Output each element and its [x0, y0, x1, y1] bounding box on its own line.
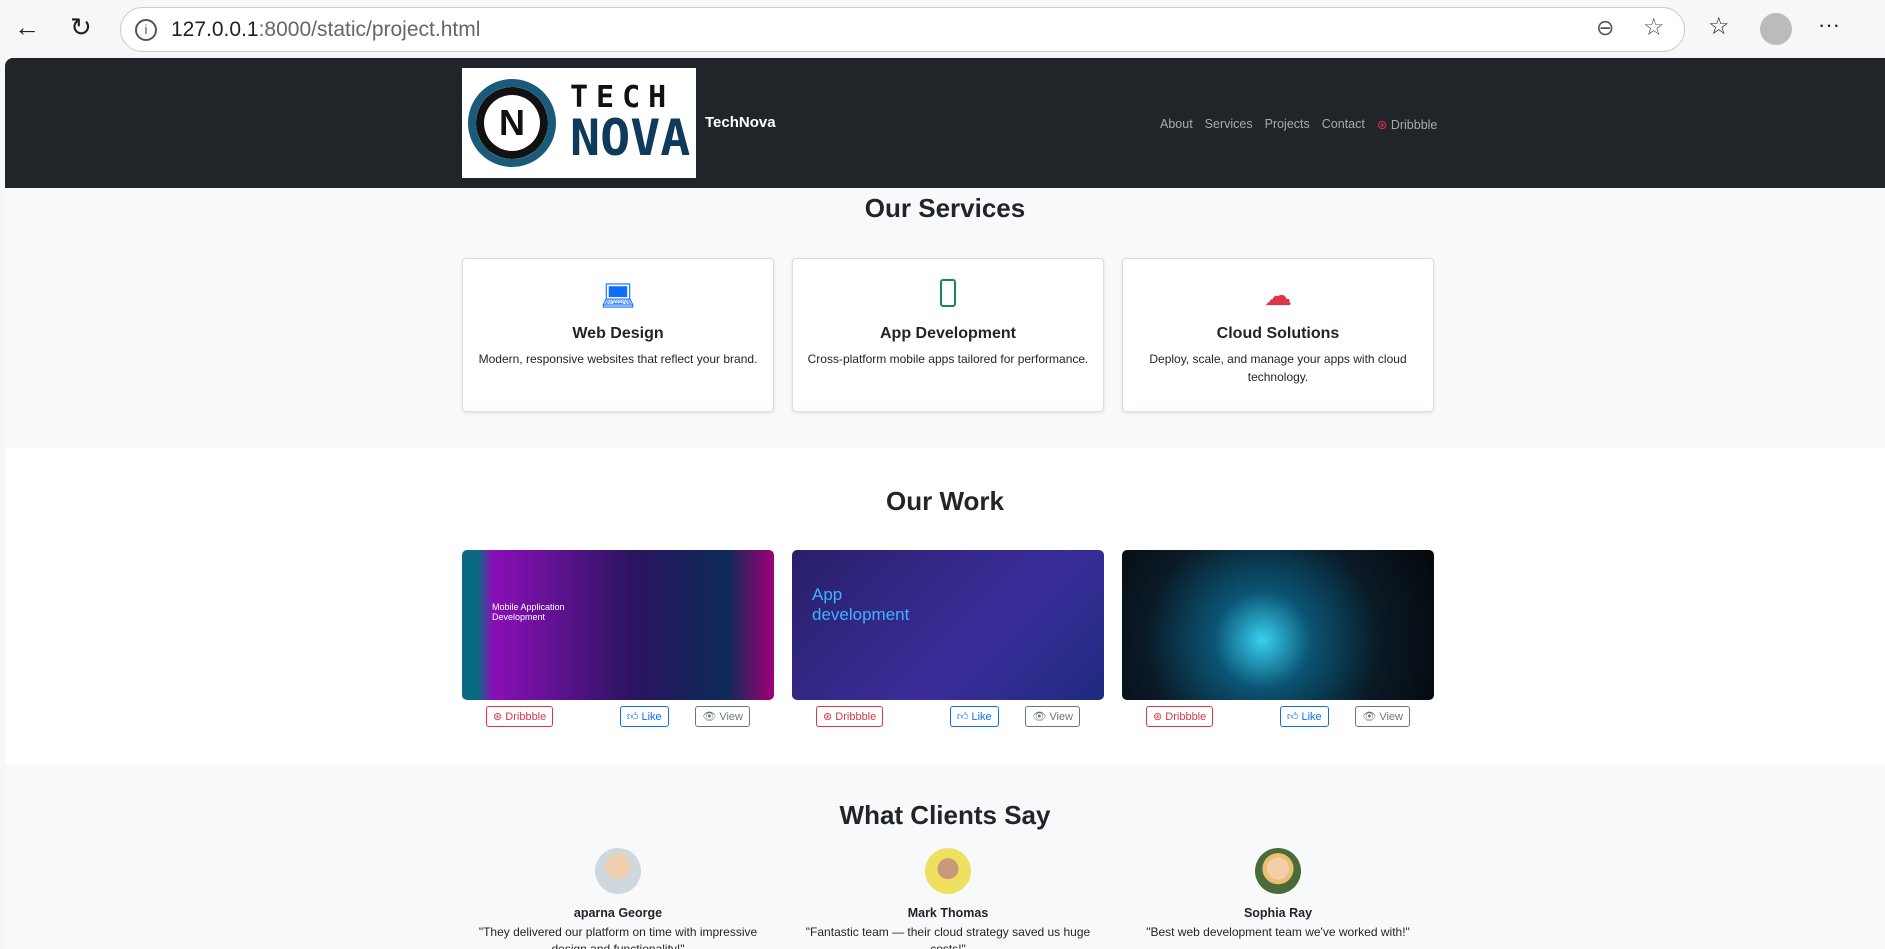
- service-desc: Cross-platform mobile apps tailored for …: [807, 352, 1089, 366]
- avatar: [595, 848, 641, 894]
- url-path: :8000/static/project.html: [258, 18, 481, 41]
- project-card: App development ⊛ Dribbble 👍︎ Like 👁︎ View: [792, 550, 1104, 727]
- page: TECHNOVA TechNova About Services Project…: [5, 58, 1885, 949]
- nav-menu: About Services Projects Contact ⊛ Dribbb…: [1160, 117, 1437, 132]
- url-host: 127.0.0.1: [171, 18, 259, 41]
- work-title: Our Work: [886, 486, 1004, 516]
- testimonial: Sophia Ray "Best web development team we…: [1122, 848, 1434, 949]
- client-quote: "They delivered our platform on time wit…: [478, 925, 758, 949]
- dribbble-button[interactable]: ⊛ Dribbble: [486, 706, 554, 727]
- service-title: Web Design: [572, 325, 664, 342]
- profile-avatar[interactable]: [1760, 13, 1792, 45]
- nav-services[interactable]: Services: [1205, 117, 1253, 132]
- service-title: App Development: [879, 325, 1016, 342]
- project-image[interactable]: App development: [792, 550, 1104, 700]
- project-caption: Mobile Application Development: [492, 602, 565, 622]
- nav-projects[interactable]: Projects: [1265, 117, 1310, 132]
- service-title: Cloud Solutions: [1216, 325, 1340, 342]
- dribbble-button[interactable]: ⊛ Dribbble: [816, 706, 884, 727]
- dribbble-icon: ⊛: [1376, 118, 1388, 132]
- logo-emblem-icon: [468, 79, 556, 167]
- service-desc: Modern, responsive websites that reflect…: [478, 352, 758, 366]
- client-name: Sophia Ray: [1243, 906, 1313, 920]
- project-image[interactable]: [1122, 550, 1434, 700]
- client-quote: "Best web development team we've worked …: [1146, 925, 1410, 939]
- project-image[interactable]: Mobile Application Development: [462, 550, 774, 700]
- client-name: Mark Thomas: [907, 906, 989, 920]
- view-button[interactable]: 👁︎ View: [695, 706, 750, 727]
- like-button[interactable]: 👍︎ Like: [1279, 706, 1329, 727]
- service-card-cloud-solutions: ☁︎ Cloud Solutions Deploy, scale, and ma…: [1122, 258, 1434, 412]
- reload-icon[interactable]: ↻: [70, 14, 92, 40]
- work-section: Our Work Mobile Application Development …: [5, 448, 1885, 765]
- info-icon[interactable]: i: [135, 19, 157, 41]
- project-caption: App development: [812, 585, 910, 624]
- nav-about[interactable]: About: [1160, 117, 1193, 132]
- zoom-icon[interactable]: ⊖: [1596, 17, 1614, 39]
- cloud-upload-icon: ☁︎: [1264, 280, 1292, 311]
- nav-dribbble[interactable]: ⊛ Dribbble: [1377, 117, 1438, 132]
- back-icon[interactable]: ←: [14, 14, 40, 40]
- dribbble-button[interactable]: ⊛ Dribbble: [1146, 706, 1214, 727]
- testimonial: aparna George "They delivered our platfo…: [462, 848, 774, 949]
- browser-toolbar: ← ↻ i 127.0.0.1:8000/static/project.html…: [0, 0, 1885, 58]
- services-title: Our Services: [864, 193, 1026, 223]
- like-button[interactable]: 👍︎ Like: [619, 706, 669, 727]
- avatar: [1255, 848, 1301, 894]
- like-button[interactable]: 👍︎ Like: [949, 706, 999, 727]
- testimonials: aparna George "They delivered our platfo…: [462, 848, 1434, 949]
- phone-icon: [793, 279, 1103, 313]
- favorites-icon[interactable]: ☆: [1708, 15, 1730, 39]
- navbar: TECHNOVA TechNova About Services Project…: [5, 58, 1885, 188]
- view-button[interactable]: 👁︎ View: [1025, 706, 1080, 727]
- nav-contact[interactable]: Contact: [1322, 117, 1365, 132]
- avatar: [925, 848, 971, 894]
- address-bar[interactable]: i 127.0.0.1:8000/static/project.html ⊖ ☆: [120, 7, 1685, 52]
- service-card-web-design: 💻︎ Web Design Modern, responsive website…: [462, 258, 774, 412]
- project-card: ⊛ Dribbble 👍︎ Like 👁︎ View: [1122, 550, 1434, 727]
- services-list: 💻︎ Web Design Modern, responsive website…: [462, 258, 1434, 412]
- service-desc: Deploy, scale, and manage your apps with…: [1149, 352, 1407, 384]
- clients-title: What Clients Say: [839, 800, 1051, 830]
- testimonial: Mark Thomas "Fantastic team — their clou…: [792, 848, 1104, 949]
- service-card-app-development: App Development Cross-platform mobile ap…: [792, 258, 1104, 412]
- star-icon[interactable]: ☆: [1643, 16, 1665, 40]
- logo[interactable]: TECHNOVA: [462, 68, 696, 178]
- logo-text-bottom: NOVA: [570, 109, 691, 167]
- laptop-icon: 💻︎: [600, 280, 636, 311]
- more-icon[interactable]: ···: [1818, 14, 1840, 36]
- client-quote: "Fantastic team — their cloud strategy s…: [805, 925, 1091, 949]
- view-button[interactable]: 👁︎ View: [1355, 706, 1410, 727]
- brand-name[interactable]: TechNova: [705, 114, 776, 131]
- nav-dribbble-label: Dribbble: [1390, 118, 1438, 132]
- client-name: aparna George: [573, 906, 663, 920]
- project-card: Mobile Application Development ⊛ Dribbbl…: [462, 550, 774, 727]
